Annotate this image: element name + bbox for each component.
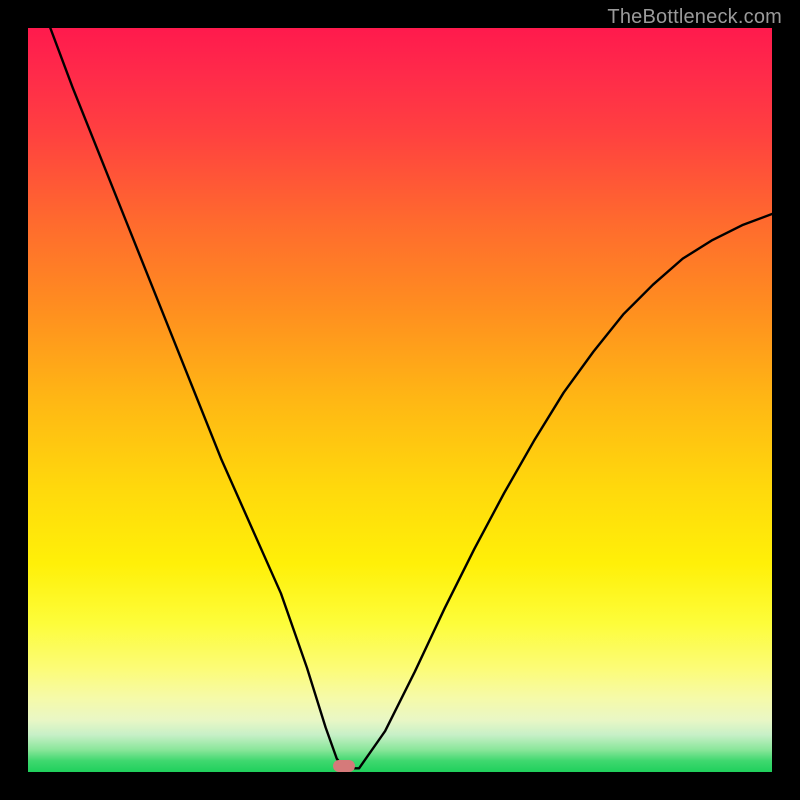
curve-path xyxy=(50,28,772,768)
bottleneck-curve xyxy=(28,28,772,772)
plot-area xyxy=(28,28,772,772)
watermark-text: TheBottleneck.com xyxy=(607,6,782,29)
optimum-marker xyxy=(333,760,355,772)
chart-frame: TheBottleneck.com xyxy=(0,0,800,800)
